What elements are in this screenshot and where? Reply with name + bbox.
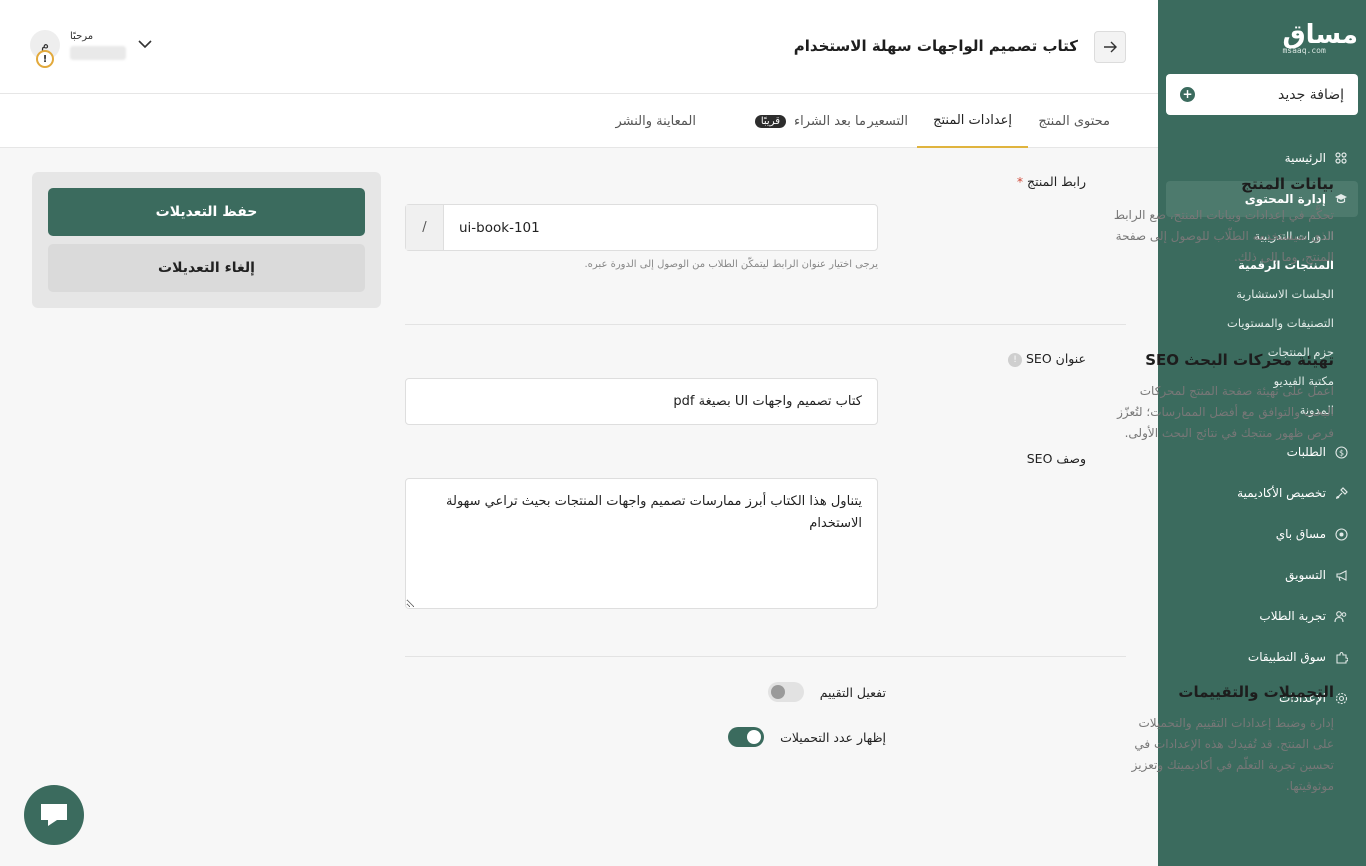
sidebar-item-label: الطلبات — [1286, 445, 1326, 459]
toggle-knob — [770, 685, 785, 699]
tab-post-purchase[interactable]: ما بعد الشراء قريبًا — [739, 94, 882, 148]
back-button[interactable] — [1094, 31, 1126, 63]
sidebar-item-label: إدارة المحتوى — [1244, 192, 1326, 206]
user-greeting: مرحبًا — [70, 31, 126, 60]
seo-title-label-text: عنوان SEO — [1026, 351, 1086, 366]
section-desc-product-data: تحكَّم في إعدادات وبيانات المنتج، ضع الر… — [1113, 208, 1334, 264]
gear-icon — [1334, 691, 1348, 705]
logo-text: مساق — [1282, 20, 1358, 50]
arrow-right-icon — [1104, 41, 1117, 53]
dollar-icon: $ — [1334, 445, 1348, 459]
seo-description-label: وصف SEO — [1026, 451, 1086, 466]
toggle-show-downloads[interactable] — [728, 727, 765, 747]
page-header: كتاب تصميم الواجهات سهلة الاستخدام مرحبً… — [0, 0, 1158, 94]
megaphone-icon — [1334, 568, 1348, 582]
sidebar-item-label: سوق التطبيقات — [1247, 650, 1326, 664]
toggle-row-rating: تفعيل التقييم — [767, 682, 886, 702]
add-new-button[interactable]: إضافة جديد + — [1166, 74, 1358, 115]
product-url-label: رابط المنتج * — [1017, 174, 1086, 189]
section-desc-downloads-ratings: إدارة وضبط إعدادات التقييم والتحميلات عل… — [1131, 716, 1334, 793]
brush-icon — [1334, 486, 1348, 500]
sidebar-item-home[interactable]: الرئيسية — [1166, 140, 1358, 176]
page-title: كتاب تصميم الواجهات سهلة الاستخدام — [793, 37, 1078, 55]
product-url-field: / — [405, 204, 878, 251]
user-menu[interactable]: مرحبًا م ! — [30, 30, 152, 68]
tab-label: المعاينة والنشر — [615, 113, 696, 129]
svg-text:$: $ — [1338, 448, 1343, 457]
seo-description-textarea[interactable]: يتناول هذا الكتاب أبرز ممارسات تصميم واج… — [405, 478, 878, 609]
toggle-downloads-label: إظهار عدد التحميلات — [780, 729, 886, 745]
users-icon — [1334, 609, 1348, 623]
add-new-label: إضافة جديد — [1278, 86, 1344, 103]
product-url-hint: يرجى اختيار عنوان الرابط ليتمكّن الطلاب … — [584, 259, 879, 270]
info-icon[interactable]: ! — [1008, 352, 1023, 367]
sidebar-item-label: مساق باي — [1275, 527, 1326, 541]
sidebar-item-marketing[interactable]: التسويق — [1166, 557, 1358, 593]
product-url-input[interactable] — [444, 205, 877, 250]
user-name-blurred — [70, 45, 126, 60]
section-desc-seo: اعمل على تهيئة صفحة المنتج لمحركات البحث… — [1117, 384, 1334, 440]
seo-title-label: عنوان SEO ! — [1002, 351, 1086, 367]
chat-icon — [41, 804, 67, 826]
chevron-down-icon[interactable] — [136, 37, 152, 53]
sidebar-item-label: الرئيسية — [1284, 151, 1326, 165]
sidebar-item-student-experience[interactable]: تجربة الطلاب — [1166, 598, 1358, 634]
section-divider — [405, 324, 1126, 325]
sidebar-item-label: تخصيص الأكاديمية — [1237, 486, 1326, 500]
cancel-button[interactable]: إلغاء التعديلات — [48, 244, 365, 292]
tab-preview-publish[interactable]: المعاينة والنشر — [599, 94, 712, 148]
section-divider — [405, 656, 1126, 657]
sidebar-item-label: تجربة الطلاب — [1259, 609, 1326, 623]
greeting-text: مرحبًا — [70, 30, 94, 42]
toggle-rating-label: تفعيل التقييم — [819, 684, 886, 700]
coming-soon-badge: قريبًا — [754, 114, 787, 128]
sidebar-subitem-consultations[interactable]: الجلسات الاستشارية — [1166, 279, 1358, 308]
tab-product-settings[interactable]: إعدادات المنتج — [917, 94, 1028, 148]
save-button[interactable]: حفظ التعديلات — [48, 188, 365, 236]
sidebar-item-label: التسويق — [1285, 568, 1326, 582]
sidebar-subitem-categories[interactable]: التصنيفات والمستويات — [1166, 308, 1358, 337]
sidebar-item-app-market[interactable]: سوق التطبيقات — [1166, 639, 1358, 675]
section-title-downloads-ratings: التحميلات والتقييمات — [1178, 683, 1334, 701]
warning-icon: ! — [36, 50, 54, 68]
required-mark: * — [1016, 174, 1024, 189]
tab-label: محتوى المنتج — [1038, 113, 1110, 129]
toggle-enable-rating[interactable] — [767, 682, 804, 702]
tab-label: إعدادات المنتج — [933, 112, 1012, 128]
sidebar-item-msaaq-pay[interactable]: مساق باي — [1166, 516, 1358, 552]
product-url-label-text: رابط المنتج — [1027, 174, 1086, 189]
tab-bar: محتوى المنتج إعدادات المنتج التسعير ما ب… — [0, 94, 1158, 148]
chat-button[interactable] — [24, 785, 84, 845]
puzzle-icon — [1334, 650, 1348, 664]
toggle-row-downloads: إظهار عدد التحميلات — [728, 727, 886, 747]
grid-icon — [1334, 151, 1348, 165]
section-title-product-data: بيانات المنتج — [1241, 175, 1334, 193]
actions-panel: حفظ التعديلات إلغاء التعديلات — [32, 172, 381, 308]
plus-icon: + — [1180, 87, 1195, 102]
sidebar-item-customize-academy[interactable]: تخصيص الأكاديمية — [1166, 475, 1358, 511]
tab-label: ما بعد الشراء — [794, 113, 866, 129]
toggle-knob — [747, 730, 762, 744]
avatar[interactable]: م ! — [30, 30, 60, 68]
graduation-cap-icon — [1334, 192, 1348, 206]
section-title-seo: تهيئة محركات البحث SEO — [1145, 351, 1334, 369]
tab-product-content[interactable]: محتوى المنتج — [1022, 94, 1126, 148]
logo[interactable]: مساق msaaq.com — [1282, 22, 1358, 55]
url-prefix: / — [406, 205, 444, 250]
seo-title-input[interactable] — [405, 378, 878, 425]
pay-icon — [1334, 527, 1348, 541]
